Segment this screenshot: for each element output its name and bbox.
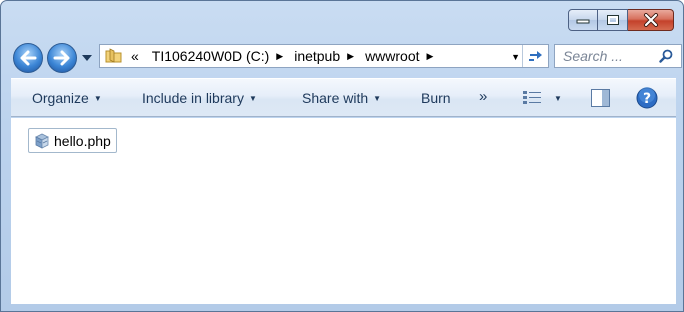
- help-icon: ?: [636, 87, 658, 109]
- breadcrumb-label[interactable]: inetpub: [287, 48, 347, 64]
- refresh-icon: [528, 51, 542, 61]
- explorer-window: « TI106240W0D (C:) ▶ inetpub ▶ wwwroot ▶…: [0, 0, 684, 312]
- minimize-icon: [576, 19, 590, 24]
- preview-pane-icon: [591, 89, 610, 107]
- breadcrumb-separator-icon[interactable]: ▶: [427, 51, 438, 62]
- forward-button[interactable]: [47, 43, 77, 73]
- chevron-down-icon: ▼: [248, 94, 257, 103]
- share-with-menu[interactable]: Share with ▼: [302, 90, 381, 106]
- change-view-button[interactable]: ▼: [522, 89, 562, 107]
- organize-label: Organize: [32, 90, 89, 106]
- php-file-icon: [35, 133, 49, 149]
- include-in-library-label: Include in library: [142, 90, 244, 106]
- arrow-right-icon: [53, 50, 70, 66]
- details-view-icon: [523, 91, 541, 104]
- breadcrumb-drive[interactable]: TI106240W0D (C:) ▶: [145, 45, 287, 67]
- include-in-library-menu[interactable]: Include in library ▼: [142, 90, 257, 106]
- svg-text:?: ?: [643, 91, 651, 107]
- breadcrumb-separator-icon[interactable]: ▶: [276, 51, 287, 62]
- breadcrumb-overflow[interactable]: «: [123, 48, 145, 64]
- close-icon: [643, 13, 658, 27]
- chevron-down-icon[interactable]: ▼: [554, 94, 562, 103]
- chevron-down-icon: ▼: [373, 94, 382, 103]
- preview-pane-button[interactable]: [590, 88, 612, 111]
- search-icon[interactable]: [659, 49, 673, 63]
- back-button[interactable]: [13, 43, 43, 73]
- search-input[interactable]: Search ...: [555, 48, 659, 64]
- organize-menu[interactable]: Organize ▼: [32, 90, 102, 106]
- breadcrumb-inetpub[interactable]: inetpub ▶: [287, 45, 358, 67]
- share-with-label: Share with: [302, 90, 369, 106]
- maximize-button[interactable]: [598, 9, 628, 31]
- folder-icon: [105, 48, 122, 63]
- address-bar[interactable]: « TI106240W0D (C:) ▶ inetpub ▶ wwwroot ▶…: [99, 44, 549, 68]
- maximize-icon: [606, 15, 619, 25]
- more-commands-button[interactable]: »: [479, 88, 487, 105]
- arrow-left-icon: [20, 50, 37, 66]
- address-history-dropdown-icon[interactable]: ▼: [511, 52, 520, 62]
- file-list[interactable]: hello.php: [11, 118, 676, 304]
- breadcrumb-separator-icon[interactable]: ▶: [347, 51, 358, 62]
- navigation-bar: « TI106240W0D (C:) ▶ inetpub ▶ wwwroot ▶…: [11, 39, 682, 73]
- close-button[interactable]: [628, 9, 674, 31]
- refresh-button[interactable]: [522, 45, 548, 67]
- file-item[interactable]: hello.php: [28, 128, 117, 153]
- command-bar: Organize ▼ Include in library ▼ Share with…: [11, 78, 676, 117]
- breadcrumb-wwwroot[interactable]: wwwroot ▶: [358, 45, 437, 67]
- caption-buttons: [568, 9, 674, 31]
- chevron-down-icon: ▼: [93, 94, 102, 103]
- file-name: hello.php: [54, 132, 111, 149]
- search-box[interactable]: Search ...: [554, 44, 682, 68]
- help-button[interactable]: ?: [636, 87, 658, 112]
- breadcrumb-label[interactable]: TI106240W0D (C:): [145, 48, 276, 64]
- minimize-button[interactable]: [568, 9, 598, 31]
- breadcrumb-label[interactable]: wwwroot: [358, 48, 426, 64]
- chevron-down-icon[interactable]: [81, 53, 93, 63]
- burn-button[interactable]: Burn: [421, 90, 451, 106]
